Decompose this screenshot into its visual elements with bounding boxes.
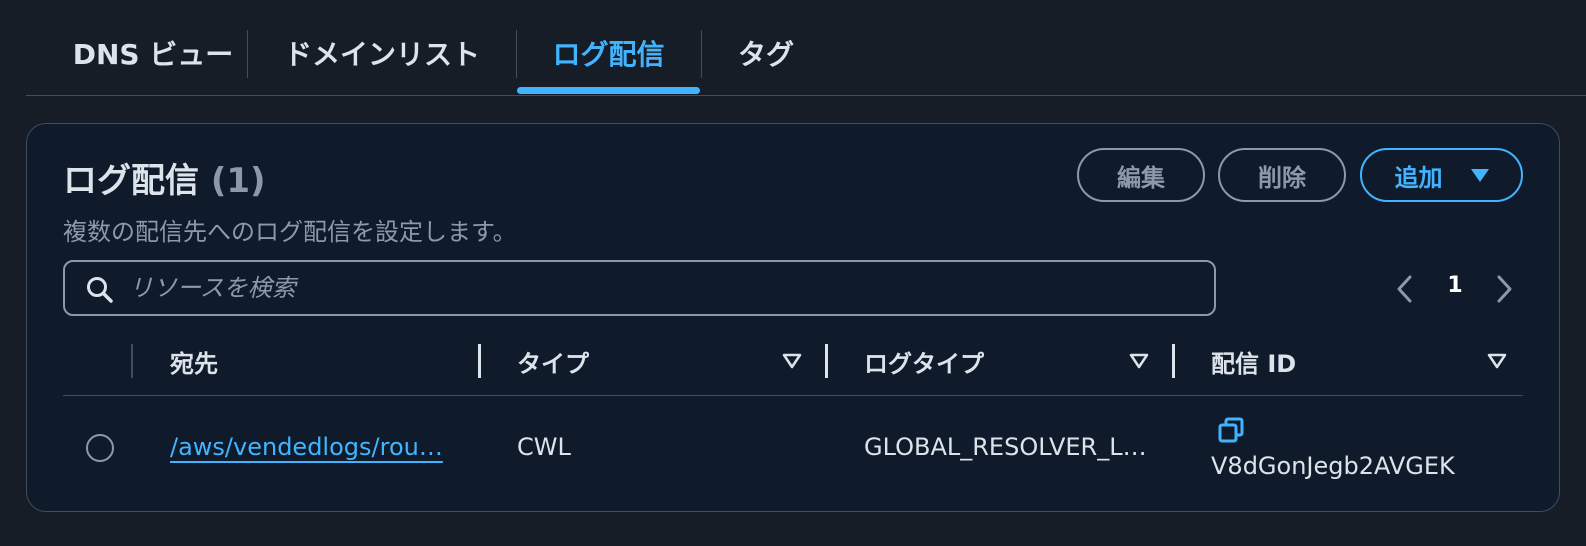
tab-log-delivery[interactable]: ログ配信: [517, 30, 700, 76]
delete-button[interactable]: 削除: [1218, 148, 1346, 202]
column-divider: [131, 344, 133, 378]
tab-domain-list[interactable]: ドメインリスト: [257, 30, 507, 76]
header-divider: [63, 395, 1523, 396]
tab-tags[interactable]: タグ: [716, 30, 816, 76]
panel-title-text: ログ配信: [63, 161, 199, 201]
search-icon: [87, 277, 113, 303]
column-header-delivery-id[interactable]: 配信 ID: [1211, 344, 1296, 379]
add-button[interactable]: 追加: [1360, 148, 1523, 202]
destination-link[interactable]: /aws/vendedlogs/rou…: [170, 433, 443, 461]
edit-button[interactable]: 編集: [1077, 148, 1205, 202]
caret-down-icon: [1470, 168, 1489, 182]
sort-icon[interactable]: [1487, 353, 1507, 369]
copy-icon[interactable]: [1217, 416, 1245, 444]
type-cell: CWL: [517, 433, 571, 461]
column-header-destination[interactable]: 宛先: [170, 344, 218, 379]
panel-title: ログ配信 (1): [63, 153, 266, 202]
column-header-log-type[interactable]: ログタイプ: [864, 344, 984, 379]
row-select-radio[interactable]: [86, 434, 114, 462]
column-resizer[interactable]: [1172, 344, 1175, 378]
add-button-label: 追加: [1394, 163, 1443, 192]
page-number[interactable]: 1: [1440, 273, 1470, 298]
panel-description: 複数の配信先へのログ配信を設定します。: [63, 218, 517, 246]
tab-divider: [701, 30, 702, 78]
column-header-type[interactable]: タイプ: [517, 344, 589, 379]
delivery-id-cell: V8dGonJegb2AVGEK: [1211, 452, 1455, 480]
chevron-right-icon[interactable]: [1492, 274, 1516, 304]
search-box: [63, 260, 1216, 316]
search-input[interactable]: [129, 268, 1199, 308]
panel-count: (1): [210, 161, 266, 201]
column-resizer[interactable]: [825, 344, 828, 378]
sort-icon[interactable]: [782, 353, 802, 369]
active-tab-indicator: [517, 87, 700, 94]
log-delivery-panel: ログ配信 (1) 複数の配信先へのログ配信を設定します。 編集 削除 追加 1 …: [26, 123, 1560, 512]
tab-dns-view[interactable]: DNS ビュー: [56, 30, 250, 76]
sort-icon[interactable]: [1129, 353, 1149, 369]
tab-bar: DNS ビュー ドメインリスト ログ配信 タグ: [26, 0, 1586, 96]
log-type-cell: GLOBAL_RESOLVER_L…: [864, 433, 1147, 461]
column-resizer[interactable]: [478, 344, 481, 378]
tab-divider: [247, 30, 248, 78]
chevron-left-icon[interactable]: [1393, 274, 1417, 304]
